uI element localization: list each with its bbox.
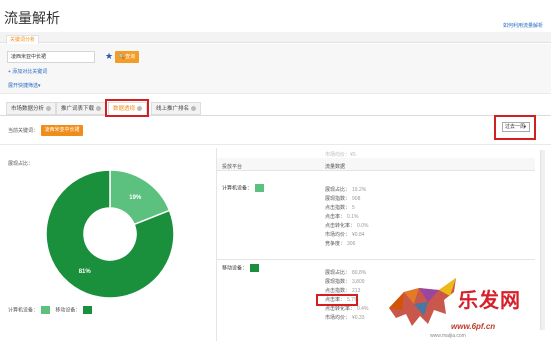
share-title: 展现占比：	[8, 161, 34, 167]
legend-label-mobile: 移动设备：	[55, 307, 81, 314]
tab-market-data[interactable]: 市场数据分析	[6, 102, 57, 115]
metric-value: 19.2%	[352, 187, 367, 193]
section-divider	[217, 259, 535, 260]
help-icon[interactable]	[96, 106, 102, 112]
metric-value: ¥0.33	[352, 315, 365, 321]
metric-value: 80.8%	[352, 270, 367, 276]
divider	[0, 144, 551, 145]
metric-name: 市场均价：	[325, 315, 351, 321]
search-button-label: 查询	[125, 54, 136, 60]
help-link[interactable]: 如何利用流量解析	[503, 22, 543, 29]
metric-row: 展现指数： 908	[325, 195, 360, 202]
keyword-tab-strip	[0, 32, 551, 43]
device-share-donut-chart: 19% 81%	[45, 169, 175, 299]
metric-row: 点击转化率： 0.4%	[325, 305, 368, 312]
metric-name: 点击率：	[325, 214, 346, 220]
watermark-url-secondary: www.maijia.com	[430, 333, 466, 339]
metric-value: 908	[352, 196, 361, 202]
metric-name: 竞争度：	[325, 241, 346, 247]
metric-value: 3,809	[352, 279, 365, 285]
metric-name: 展现占比：	[325, 187, 351, 193]
metric-name: 展现指数：	[325, 279, 351, 285]
search-button[interactable]: 🔍查询	[115, 51, 139, 63]
vertical-scrollbar[interactable]	[540, 150, 545, 330]
watermark-brand: 乐发网	[458, 288, 521, 312]
metric-row: 市场均价： ¥0.84	[325, 231, 365, 238]
metric-value: 0.4%	[357, 306, 369, 312]
col-header-data: 流量数据	[325, 164, 346, 170]
metric-row: 展现指数： 3,809	[325, 278, 365, 285]
metric-value: 0.1%	[347, 214, 359, 220]
device-swatch-pc	[255, 184, 265, 192]
device-mobile: 移动设备：	[222, 264, 260, 272]
metric-name: 点击转化率：	[325, 306, 356, 312]
metric-row: 市场均价： ¥0.33	[325, 314, 365, 321]
tab-online-ranking[interactable]: 线上推广排名	[151, 102, 202, 115]
tab-label: 线上推广排名	[156, 106, 190, 112]
donut-label-0: 19%	[129, 195, 142, 201]
legend-swatch-mobile	[83, 306, 93, 314]
metric-row: 展现占比： 19.2%	[325, 186, 366, 193]
metric-name: 市场均价：	[325, 232, 351, 238]
metric-name: 点击转化率：	[325, 223, 356, 229]
selected-keyword-label: 当前关键词：	[8, 128, 39, 134]
donut-label-1: 81%	[79, 269, 92, 275]
metric-value: 306	[347, 241, 356, 247]
metric-row: 点击指数： 5	[325, 204, 355, 211]
tab-label: 市场数据分析	[11, 106, 45, 112]
help-icon[interactable]	[191, 106, 197, 112]
metric-row: 竞争度： 306	[325, 240, 355, 247]
legend-label-pc: 计算机设备：	[8, 307, 39, 314]
metric-row: 点击指数： 213	[325, 287, 360, 294]
device-label: 计算机设备	[222, 185, 248, 192]
page-title: 流量解析	[4, 10, 60, 26]
favorite-star-icon[interactable]: ★	[105, 51, 113, 61]
tab-label: 推广词表下载	[61, 106, 95, 112]
metric-value: 0.0%	[357, 223, 369, 229]
device-label: 移动设备	[222, 265, 243, 272]
metric-row: 点击率： 0.1%	[325, 213, 358, 220]
keyword-input[interactable]: 凌西米亚中长裙	[7, 51, 95, 63]
highlight-box	[105, 99, 149, 117]
watermark-url: www.6pf.cn	[451, 322, 496, 331]
add-compare-keyword-link[interactable]: + 添加对比关键词	[8, 68, 47, 75]
metric-name: 展现指数：	[325, 196, 351, 202]
selected-keyword-button[interactable]: 凌西米亚中长裙	[41, 125, 83, 136]
legend-swatch-pc	[41, 306, 51, 314]
metric-row: 点击转化率： 0.0%	[325, 222, 368, 229]
highlight-box	[316, 294, 358, 306]
highlight-box	[494, 115, 536, 140]
table-header	[217, 158, 535, 171]
metric-row: 展现占比： 80.8%	[325, 269, 366, 276]
chart-legend: 计算机设备： 移动设备：	[8, 306, 96, 314]
metric-name: 展现占比：	[325, 270, 351, 276]
cut-off-row: 市场均价：¥0.	[325, 152, 357, 158]
col-header-platform: 投放平台	[222, 164, 243, 170]
keyword-analysis-tab[interactable]: 关键词分析	[6, 35, 40, 44]
expand-quick-filter-link[interactable]: 展开快捷筛选▾	[8, 82, 41, 89]
device-swatch-mobile	[250, 264, 260, 272]
tab-keyword-download[interactable]: 推广词表下载	[56, 102, 107, 115]
metric-name: 点击指数：	[325, 205, 351, 211]
metric-value: ¥0.84	[352, 232, 365, 238]
metric-value: 5	[352, 205, 355, 211]
device-pc: 计算机设备：	[222, 184, 265, 192]
help-icon[interactable]	[46, 106, 52, 112]
